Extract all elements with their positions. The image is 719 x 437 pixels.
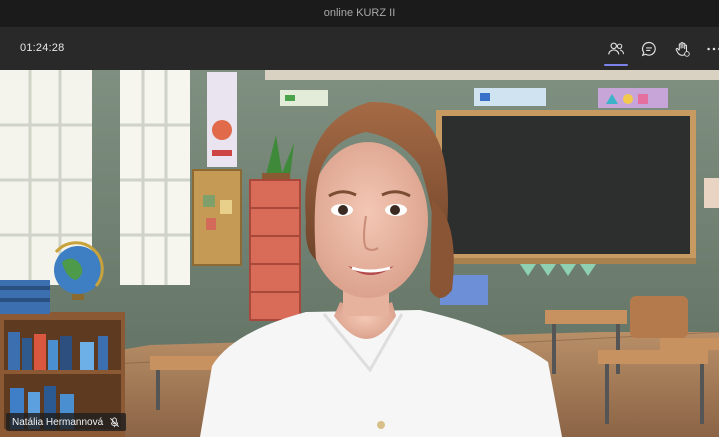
reactions-button[interactable] (670, 38, 694, 60)
chat-button[interactable] (637, 38, 661, 60)
participant-name: Natália Hermannová (12, 416, 104, 428)
title-bar: online KURZ II (0, 0, 719, 28)
mic-muted-icon (110, 416, 120, 427)
more-options-button[interactable] (702, 38, 719, 60)
people-icon (608, 42, 625, 55)
meeting-toolbar: 01:24:28 (0, 28, 719, 70)
meeting-timer: 01:24:28 (20, 42, 65, 54)
ellipsis-icon (707, 47, 719, 51)
chat-icon (641, 41, 656, 57)
participant-name-tag: Natália Hermannová (6, 413, 127, 431)
participant-video (0, 70, 719, 437)
raise-hand-icon (675, 41, 690, 57)
participants-button[interactable] (604, 38, 628, 66)
video-stage: Natália Hermannová (0, 70, 719, 437)
window-title: online KURZ II (323, 7, 396, 19)
